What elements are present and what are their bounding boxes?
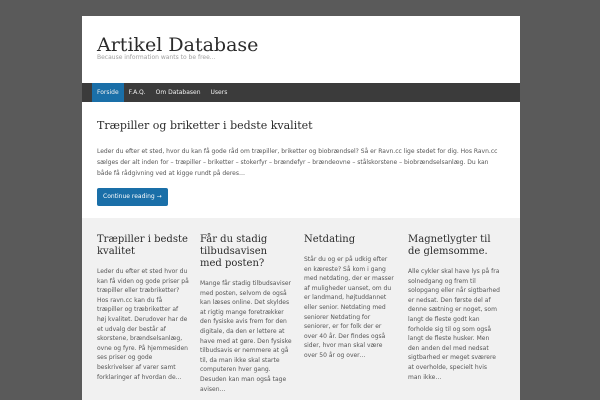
widget-title[interactable]: Netdating (304, 234, 396, 246)
widget-text: Mange får stadig tilbudsaviser med poste… (200, 280, 292, 393)
post-title[interactable]: Træpiller og briketter i bedste kvalitet (97, 119, 505, 132)
nav-item-faq[interactable]: F.A.Q. (124, 83, 151, 102)
page: Artikel Database Because information wan… (82, 16, 520, 400)
nav-item-users[interactable]: Users (206, 83, 233, 102)
widget-text: Leder du efter et sted hvor du kan få vi… (97, 268, 189, 381)
nav-item-forside[interactable]: Forside (92, 83, 124, 102)
widget-tilbudsavisen: Får du stadig tilbudsavisen med posten? … (200, 234, 292, 394)
footer-widgets: Træpiller i bedste kvalitet Leder du eft… (82, 218, 520, 400)
nav-item-om-databasen[interactable]: Om Databasen (151, 83, 206, 102)
post-body: Leder du efter et sted, hvor du kan få g… (97, 146, 505, 179)
widget-title[interactable]: Træpiller i bedste kvalitet (97, 234, 189, 258)
widget-netdating: Netdating Står du og er på udkig efter e… (304, 234, 396, 361)
widget-traepiller: Træpiller i bedste kvalitet Leder du eft… (97, 234, 189, 382)
widget-text: Står du og er på udkig efter en kæreste?… (304, 256, 394, 359)
post: Træpiller og briketter i bedste kvalitet… (97, 119, 505, 179)
continue-reading-button[interactable]: Continue reading → (97, 188, 168, 206)
post-excerpt: Leder du efter et sted, hvor du kan få g… (97, 148, 498, 177)
site-title[interactable]: Artikel Database (97, 34, 258, 56)
main-navigation: Forside F.A.Q. Om Databasen Users (82, 83, 520, 102)
widget-magnetlygter: Magnetlygter til de glemsomme. Alle cykl… (408, 234, 500, 382)
site-description: Because information wants to be free... (97, 54, 216, 61)
site-header: Artikel Database Because information wan… (82, 16, 520, 83)
widget-title[interactable]: Får du stadig tilbudsavisen med posten? (200, 234, 292, 270)
widget-title[interactable]: Magnetlygter til de glemsomme. (408, 234, 500, 258)
widget-text: Alle cykler skal have lys på fra solnedg… (408, 268, 500, 381)
